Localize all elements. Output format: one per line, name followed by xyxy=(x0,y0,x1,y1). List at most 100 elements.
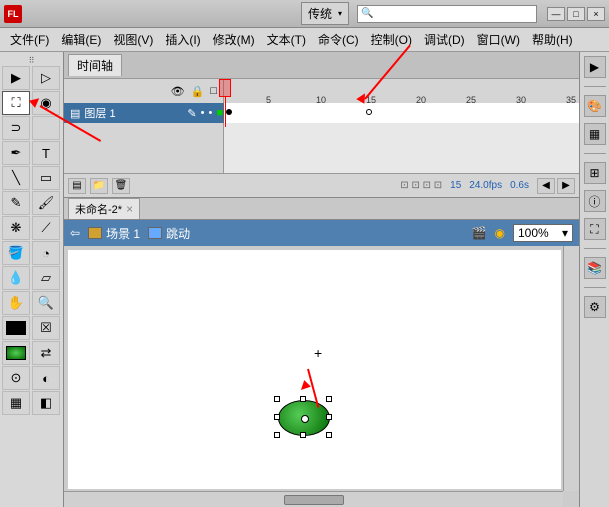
document-tab[interactable]: 未命名-2* × xyxy=(68,198,140,219)
option-tool[interactable]: ◐ xyxy=(32,366,60,390)
menu-view[interactable]: 视图(V) xyxy=(109,29,157,50)
timeline-tab[interactable]: 时间轴 xyxy=(68,54,122,76)
scene-crumb[interactable]: 场景 1 xyxy=(88,225,140,242)
transform-panel-icon[interactable]: ⛶ xyxy=(584,218,606,240)
lasso-tool[interactable]: ⊃ xyxy=(2,116,30,140)
keyframe-1[interactable] xyxy=(226,109,232,115)
handle-br[interactable] xyxy=(326,432,332,438)
line-tool[interactable]: ╲ xyxy=(2,166,30,190)
handle-ml[interactable] xyxy=(274,414,280,420)
components-panel-icon[interactable]: ⚙ xyxy=(584,296,606,318)
handle-tr[interactable] xyxy=(326,396,332,402)
outline-icon[interactable]: □ xyxy=(210,85,217,97)
dot-icon: • xyxy=(201,107,205,119)
maximize-button[interactable]: □ xyxy=(567,7,585,21)
oval-shape[interactable] xyxy=(278,400,330,436)
symbol-label: 跳动 xyxy=(166,225,190,242)
symbol-crumb[interactable]: 跳动 xyxy=(148,225,190,242)
menu-window[interactable]: 窗口(W) xyxy=(473,29,524,50)
properties-panel-icon[interactable]: ▶ xyxy=(584,56,606,78)
close-tab-icon[interactable]: × xyxy=(126,202,133,216)
snap-tool[interactable]: ⊙ xyxy=(2,366,30,390)
square-icon: ■ xyxy=(216,107,223,119)
scroll-thumb[interactable] xyxy=(284,495,344,505)
scroll-right[interactable]: ▶ xyxy=(557,178,575,194)
symbol-icon xyxy=(148,227,162,239)
no-color[interactable]: ☒ xyxy=(32,316,60,340)
new-folder-button[interactable]: 📁 xyxy=(90,178,108,194)
menu-text[interactable]: 文本(T) xyxy=(263,29,310,50)
menu-modify[interactable]: 修改(M) xyxy=(209,29,259,50)
swap-colors[interactable]: ⇄ xyxy=(32,341,60,365)
new-layer-button[interactable]: ▤ xyxy=(68,178,86,194)
stage[interactable]: + ▼ xyxy=(68,250,561,489)
back-arrow-icon[interactable]: ⇦ xyxy=(70,226,80,240)
stroke-color[interactable] xyxy=(2,316,30,340)
pencil-tool[interactable]: ✎ xyxy=(2,191,30,215)
minimize-button[interactable]: — xyxy=(547,7,565,21)
hand-tool[interactable]: ✋ xyxy=(2,291,30,315)
menu-edit[interactable]: 编辑(E) xyxy=(57,29,105,50)
swatches-panel-icon[interactable]: ▦ xyxy=(584,123,606,145)
stage-wrap: + ▼ xyxy=(64,246,579,507)
app-logo: FL xyxy=(4,5,22,23)
text-tool[interactable]: T xyxy=(32,141,60,165)
handle-bc[interactable] xyxy=(300,432,306,438)
keyframe-15[interactable] xyxy=(366,109,372,115)
vertical-scrollbar[interactable] xyxy=(563,246,579,491)
layer-name[interactable]: 图层 1 xyxy=(84,105,115,121)
align-panel-icon[interactable]: ⊞ xyxy=(584,162,606,184)
handle-mr[interactable] xyxy=(326,414,332,420)
search-input[interactable] xyxy=(375,8,533,20)
panel-grip[interactable]: ⠿ xyxy=(2,56,61,66)
eye-icon[interactable]: 👁 xyxy=(171,85,185,98)
option-tool-3[interactable]: ◧ xyxy=(32,391,60,415)
timeline-panel: 时间轴 👁 🔒 □ 5 10 15 20 25 30 xyxy=(64,52,579,198)
annotation-arrowhead-3: ▼ xyxy=(292,375,316,399)
option-tool-2[interactable]: ▦ xyxy=(2,391,30,415)
scene-select-icon[interactable]: 🎬 xyxy=(472,226,487,240)
layer-row[interactable]: ▤ 图层 1 ✎ • • ■ xyxy=(64,103,579,123)
transform-origin[interactable] xyxy=(301,415,309,423)
lock-icon[interactable]: 🔒 xyxy=(191,85,205,98)
menu-insert[interactable]: 插入(I) xyxy=(161,29,204,50)
symbol-select-icon[interactable]: ◉ xyxy=(495,226,505,240)
time-display: 0.6s xyxy=(510,180,529,191)
horizontal-scrollbar[interactable] xyxy=(64,491,563,507)
brush-tool[interactable]: 🖌 xyxy=(32,191,60,215)
layer-icon: ▤ xyxy=(70,107,80,120)
fps-display: 24.0fps xyxy=(469,180,502,191)
handle-tl[interactable] xyxy=(274,396,280,402)
color-panel-icon[interactable]: 🎨 xyxy=(584,95,606,117)
info-panel-icon[interactable]: ⓘ xyxy=(584,190,606,212)
delete-layer-button[interactable]: 🗑 xyxy=(112,178,130,194)
menu-commands[interactable]: 命令(C) xyxy=(314,29,363,50)
ink-bottle-tool[interactable]: ◔ xyxy=(32,241,60,265)
paint-bucket-tool[interactable]: 🪣 xyxy=(2,241,30,265)
menu-debug[interactable]: 调试(D) xyxy=(420,29,469,50)
menu-file[interactable]: 文件(F) xyxy=(6,29,53,50)
eyedropper-tool[interactable]: 💧 xyxy=(2,266,30,290)
onion-skin-icon[interactable]: ⊡ ⊡ ⊡ ⊡ xyxy=(400,180,442,191)
eraser-tool[interactable]: ▱ xyxy=(32,266,60,290)
close-button[interactable]: × xyxy=(587,7,605,21)
bone-tool[interactable]: ⟋ xyxy=(32,216,60,240)
selection-tool[interactable]: ▶ xyxy=(2,66,30,90)
handle-bl[interactable] xyxy=(274,432,280,438)
search-box[interactable]: 🔍 xyxy=(357,5,537,23)
menu-help[interactable]: 帮助(H) xyxy=(528,29,577,50)
chevron-down-icon: ▾ xyxy=(338,9,342,18)
rectangle-tool[interactable]: ▭ xyxy=(32,166,60,190)
fill-color[interactable] xyxy=(2,341,30,365)
workspace-dropdown[interactable]: 传统 ▾ xyxy=(301,2,349,25)
search-icon: 🔍 xyxy=(361,8,373,19)
frames-area[interactable] xyxy=(224,103,579,123)
scroll-left[interactable]: ◀ xyxy=(537,178,555,194)
subselection-tool[interactable]: ▷ xyxy=(32,66,60,90)
deco-tool[interactable]: ❋ xyxy=(2,216,30,240)
zoom-tool[interactable]: 🔍 xyxy=(32,291,60,315)
zoom-dropdown[interactable]: 100% ▾ xyxy=(513,224,573,242)
library-panel-icon[interactable]: 📚 xyxy=(584,257,606,279)
registration-point: + xyxy=(314,345,322,361)
pen-tool[interactable]: ✒ xyxy=(2,141,30,165)
